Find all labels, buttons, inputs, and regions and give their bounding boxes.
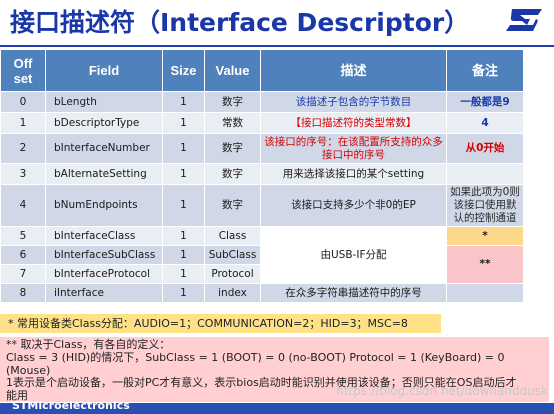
table-row: 1 bDescriptorType 1 常数 【接口描述符的类型常数】 4 [0,112,524,134]
cell-offset: 0 [0,91,46,113]
cell-remark: * [446,226,524,246]
cell-remark: 4 [446,112,524,134]
cell-size: 1 [162,283,205,303]
cell-value: SubClass [204,245,261,265]
cell-value: Class [204,226,261,246]
cell-value: Protocol [204,264,261,284]
column-header-description: 描述 [260,49,447,92]
cell-description: 由USB-IF分配 [260,226,447,284]
cell-field: iInterface [45,283,163,303]
title-divider [0,45,554,47]
table-row: 5 bInterfaceClass 1 Class 由USB-IF分配 * [0,226,524,284]
table-row: 0 bLength 1 数字 该描述子包含的字节数目 一般都是9 [0,91,524,113]
cell-description: 该描述子包含的字节数目 [260,91,447,113]
column-header-field: Field [45,49,163,92]
cell-remark: 从0开始 [446,133,524,164]
table-row: 8 iInterface 1 index 在众多字符串描述符中的序号 [0,283,524,303]
cell-value: 数字 [204,133,261,164]
table-row: 3 bAlternateSetting 1 数字 用来选择该接口的某个setti… [0,163,524,185]
cell-field: bInterfaceNumber [45,133,163,164]
cell-remark: ** [446,245,524,284]
cell-size: 1 [162,184,205,227]
cell-field: bDescriptorType [45,112,163,134]
st-logo-icon [506,9,542,31]
page-title: 接口描述符（Interface Descriptor） [10,8,470,37]
cell-value: index [204,283,261,303]
interface-descriptor-table: Off set Field Size Value 描述 备注 0 bLength … [0,49,524,303]
cell-field: bAlternateSetting [45,163,163,185]
column-header-remark: 备注 [446,49,524,92]
cell-size: 1 [162,163,205,185]
cell-field: bInterfaceSubClass [45,245,163,265]
cell-offset: 5 [0,226,46,246]
cell-size: 1 [162,245,205,265]
cell-size: 1 [162,91,205,113]
cell-field: bNumEndpoints [45,184,163,227]
table-header-row: Off set Field Size Value 描述 备注 [0,49,524,92]
cell-offset: 2 [0,133,46,164]
footer-brand: STMicroelectronics [12,400,130,412]
cell-remark [446,283,524,303]
cell-value: 常数 [204,112,261,134]
cell-description: 用来选择该接口的某个setting [260,163,447,185]
cell-size: 1 [162,226,205,246]
column-header-size: Size [162,49,205,92]
cell-description: 该接口的序号：在该配置所支持的众多接口中的序号 [260,133,447,164]
class-assignment-note: * 常用设备类Class分配：AUDIO=1；COMMUNICATION=2；H… [0,314,441,333]
cell-value: 数字 [204,163,261,185]
cell-field: bInterfaceClass [45,226,163,246]
cell-description: 【接口描述符的类型常数】 [260,112,447,134]
cell-field: bLength [45,91,163,113]
cell-remark: 如果此项为0则该接口使用默认的控制通道 [446,184,524,227]
cell-offset: 8 [0,283,46,303]
cell-remark [446,163,524,185]
cell-size: 1 [162,112,205,134]
cell-offset: 1 [0,112,46,134]
watermark: https://blog.csdn.net/downanddusk [336,384,548,398]
cell-remark: 一般都是9 [446,91,524,113]
cell-size: 1 [162,133,205,164]
table-row: 2 bInterfaceNumber 1 数字 该接口的序号：在该配置所支持的众… [0,133,524,164]
cell-size: 1 [162,264,205,284]
column-header-offset: Off set [0,49,46,92]
table-row: 4 bNumEndpoints 1 数字 该接口支持多少个非0的EP 如果此项为… [0,184,524,227]
cell-field: bInterfaceProtocol [45,264,163,284]
cell-value: 数字 [204,91,261,113]
cell-value: 数字 [204,184,261,227]
cell-offset: 7 [0,264,46,284]
cell-description: 该接口支持多少个非0的EP [260,184,447,227]
cell-offset: 3 [0,163,46,185]
note-line: ** 取决于Class，有各自的定义： [6,338,171,351]
cell-offset: 6 [0,245,46,265]
cell-description: 在众多字符串描述符中的序号 [260,283,447,303]
column-header-value: Value [204,49,261,92]
note-line: Class = 3 (HID)的情况下，SubClass = 1 (BOOT) … [6,350,505,364]
cell-offset: 4 [0,184,46,227]
